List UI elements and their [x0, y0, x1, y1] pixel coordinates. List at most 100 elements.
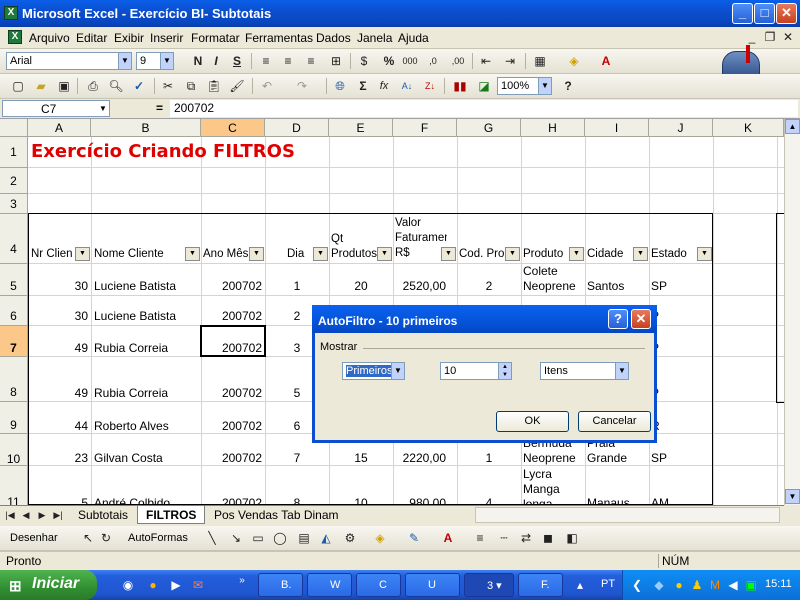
row-header-6[interactable]: 6: [0, 296, 28, 326]
cell-d5[interactable]: 1: [267, 279, 327, 293]
cell-j9[interactable]: R: [651, 419, 711, 433]
name-box[interactable]: C7 ▼: [2, 100, 110, 117]
dialog-close-button[interactable]: ✕: [631, 309, 651, 329]
oval-icon[interactable]: ◯: [272, 530, 288, 546]
line-style-icon[interactable]: ≡: [472, 530, 488, 546]
dialog-help-button[interactable]: ?: [608, 309, 628, 329]
prev-sheet-icon[interactable]: ◀: [18, 507, 34, 523]
tray-expand-icon[interactable]: ❮: [629, 577, 645, 593]
col-header-j[interactable]: J: [649, 119, 713, 137]
copy-icon[interactable]: ⧉: [183, 78, 199, 94]
cell-j8[interactable]: P: [651, 386, 711, 400]
tray-security-icon[interactable]: ▣: [743, 577, 759, 593]
bold-button[interactable]: N: [190, 53, 206, 69]
tray-volume-icon[interactable]: ◀: [725, 577, 741, 593]
tray-m-icon[interactable]: M: [707, 577, 723, 593]
borders-icon[interactable]: ▦: [532, 53, 548, 69]
quicklaunch-media-icon[interactable]: ●: [145, 577, 161, 593]
align-right-icon[interactable]: ≡: [303, 53, 319, 69]
shadow-icon[interactable]: ◼: [540, 530, 556, 546]
print-preview-icon[interactable]: 🔍︎: [108, 78, 124, 94]
increase-indent-icon[interactable]: ⇥: [502, 53, 518, 69]
currency-icon[interactable]: $: [356, 53, 372, 69]
cell-c11[interactable]: 200702: [203, 496, 262, 505]
scroll-down-icon[interactable]: ▼: [785, 489, 800, 504]
filter-dropdown-c[interactable]: ▼: [249, 247, 264, 261]
draw-font-color-icon[interactable]: A: [440, 530, 456, 546]
cell-f11[interactable]: 980,00: [395, 496, 446, 505]
menu-ferramentas[interactable]: Ferramentas: [245, 31, 313, 45]
workbook-icon[interactable]: X: [8, 30, 22, 44]
sheet-tab-pos-vendas[interactable]: Pos Vendas Tab Dinam: [206, 506, 347, 524]
drawing-icon[interactable]: ◪: [476, 78, 492, 94]
cell-f5[interactable]: 2520,00: [395, 279, 446, 293]
last-sheet-icon[interactable]: ▶|: [50, 507, 66, 523]
sort-ascending-icon[interactable]: A↓: [399, 78, 415, 94]
cell-a7[interactable]: 49: [30, 341, 88, 355]
arrow-icon[interactable]: ↘: [228, 530, 244, 546]
task-w[interactable]: W: [307, 573, 352, 597]
doc-close-icon[interactable]: ✕: [780, 29, 796, 45]
cell-b10[interactable]: Gilvan Costa: [94, 451, 199, 465]
italic-button[interactable]: I: [208, 53, 224, 69]
menu-exibir[interactable]: Exibir: [114, 31, 144, 45]
row-header-5[interactable]: 5: [0, 264, 28, 296]
paste-icon[interactable]: 📋︎: [206, 78, 222, 94]
menu-arquivo[interactable]: Arquivo: [29, 31, 70, 45]
decrease-decimal-icon[interactable]: ,00: [450, 53, 466, 69]
font-name-combo[interactable]: Arial ▼: [6, 52, 132, 70]
filter-dropdown-d[interactable]: ▼: [313, 247, 328, 261]
sheet-tab-filtros[interactable]: FILTROS: [137, 506, 206, 524]
col-header-h[interactable]: H: [521, 119, 585, 137]
col-header-a[interactable]: A: [28, 119, 91, 137]
select-all-corner[interactable]: [0, 119, 28, 137]
font-size-combo[interactable]: 9 ▼: [136, 52, 174, 70]
cell-b6[interactable]: Luciene Batista: [94, 309, 199, 323]
col-header-f[interactable]: F: [393, 119, 457, 137]
row-header-2[interactable]: 2: [0, 168, 28, 194]
fill-color-icon[interactable]: ◈: [566, 53, 582, 69]
task-f[interactable]: F.: [518, 573, 563, 597]
tray-network-icon[interactable]: ◆: [651, 577, 667, 593]
tray-messenger-icon[interactable]: ♟: [689, 577, 705, 593]
cell-i11[interactable]: Manaus: [587, 496, 647, 505]
decrease-indent-icon[interactable]: ⇤: [478, 53, 494, 69]
horizontal-scrollbar[interactable]: [475, 507, 780, 523]
chart-wizard-icon[interactable]: ▮▮: [452, 78, 468, 94]
save-icon[interactable]: ▣: [56, 78, 72, 94]
align-left-icon[interactable]: ≡: [258, 53, 274, 69]
select-objects-icon[interactable]: ↖: [80, 530, 96, 546]
task-b[interactable]: B.: [258, 573, 303, 597]
cell-d10[interactable]: 7: [267, 451, 327, 465]
vertical-scrollbar[interactable]: ▲ ▼: [784, 119, 800, 505]
row-header-8[interactable]: 8: [0, 357, 28, 402]
cell-f10[interactable]: 2220,00: [395, 451, 446, 465]
cell-e10[interactable]: 15: [331, 451, 391, 465]
cancel-button[interactable]: Cancelar: [578, 411, 651, 432]
rectangle-icon[interactable]: ▭: [250, 530, 266, 546]
open-icon[interactable]: ▰: [33, 78, 49, 94]
autoformas-menu[interactable]: AutoFormas: [128, 532, 188, 544]
cell-c10[interactable]: 200702: [203, 451, 262, 465]
col-header-k[interactable]: K: [713, 119, 784, 137]
language-indicator[interactable]: PT: [601, 578, 615, 590]
row-header-9[interactable]: 9: [0, 402, 28, 434]
col-header-e[interactable]: E: [329, 119, 393, 137]
filter-dropdown-f[interactable]: ▼: [441, 247, 456, 261]
cell-b7[interactable]: Rubia Correia: [94, 341, 199, 355]
quicklaunch-ie-icon[interactable]: ◉: [120, 577, 136, 593]
font-color-icon[interactable]: A: [598, 53, 614, 69]
increase-decimal-icon[interactable]: ,0: [425, 53, 441, 69]
cell-a11[interactable]: 5: [30, 496, 88, 505]
task-c[interactable]: C: [356, 573, 401, 597]
close-button[interactable]: ✕: [776, 3, 797, 24]
cell-a9[interactable]: 44: [30, 419, 88, 433]
quicklaunch-mail-icon[interactable]: ✉: [190, 577, 206, 593]
draw-fill-color-icon[interactable]: ◈: [372, 530, 388, 546]
taskbar-chevron-icon[interactable]: ▴: [572, 577, 588, 593]
col-header-c[interactable]: C: [201, 119, 265, 137]
menu-editar[interactable]: Editar: [76, 31, 107, 45]
cell-e5[interactable]: 20: [331, 279, 391, 293]
cell-j7[interactable]: P: [651, 341, 711, 355]
help-icon[interactable]: ?: [560, 78, 576, 94]
